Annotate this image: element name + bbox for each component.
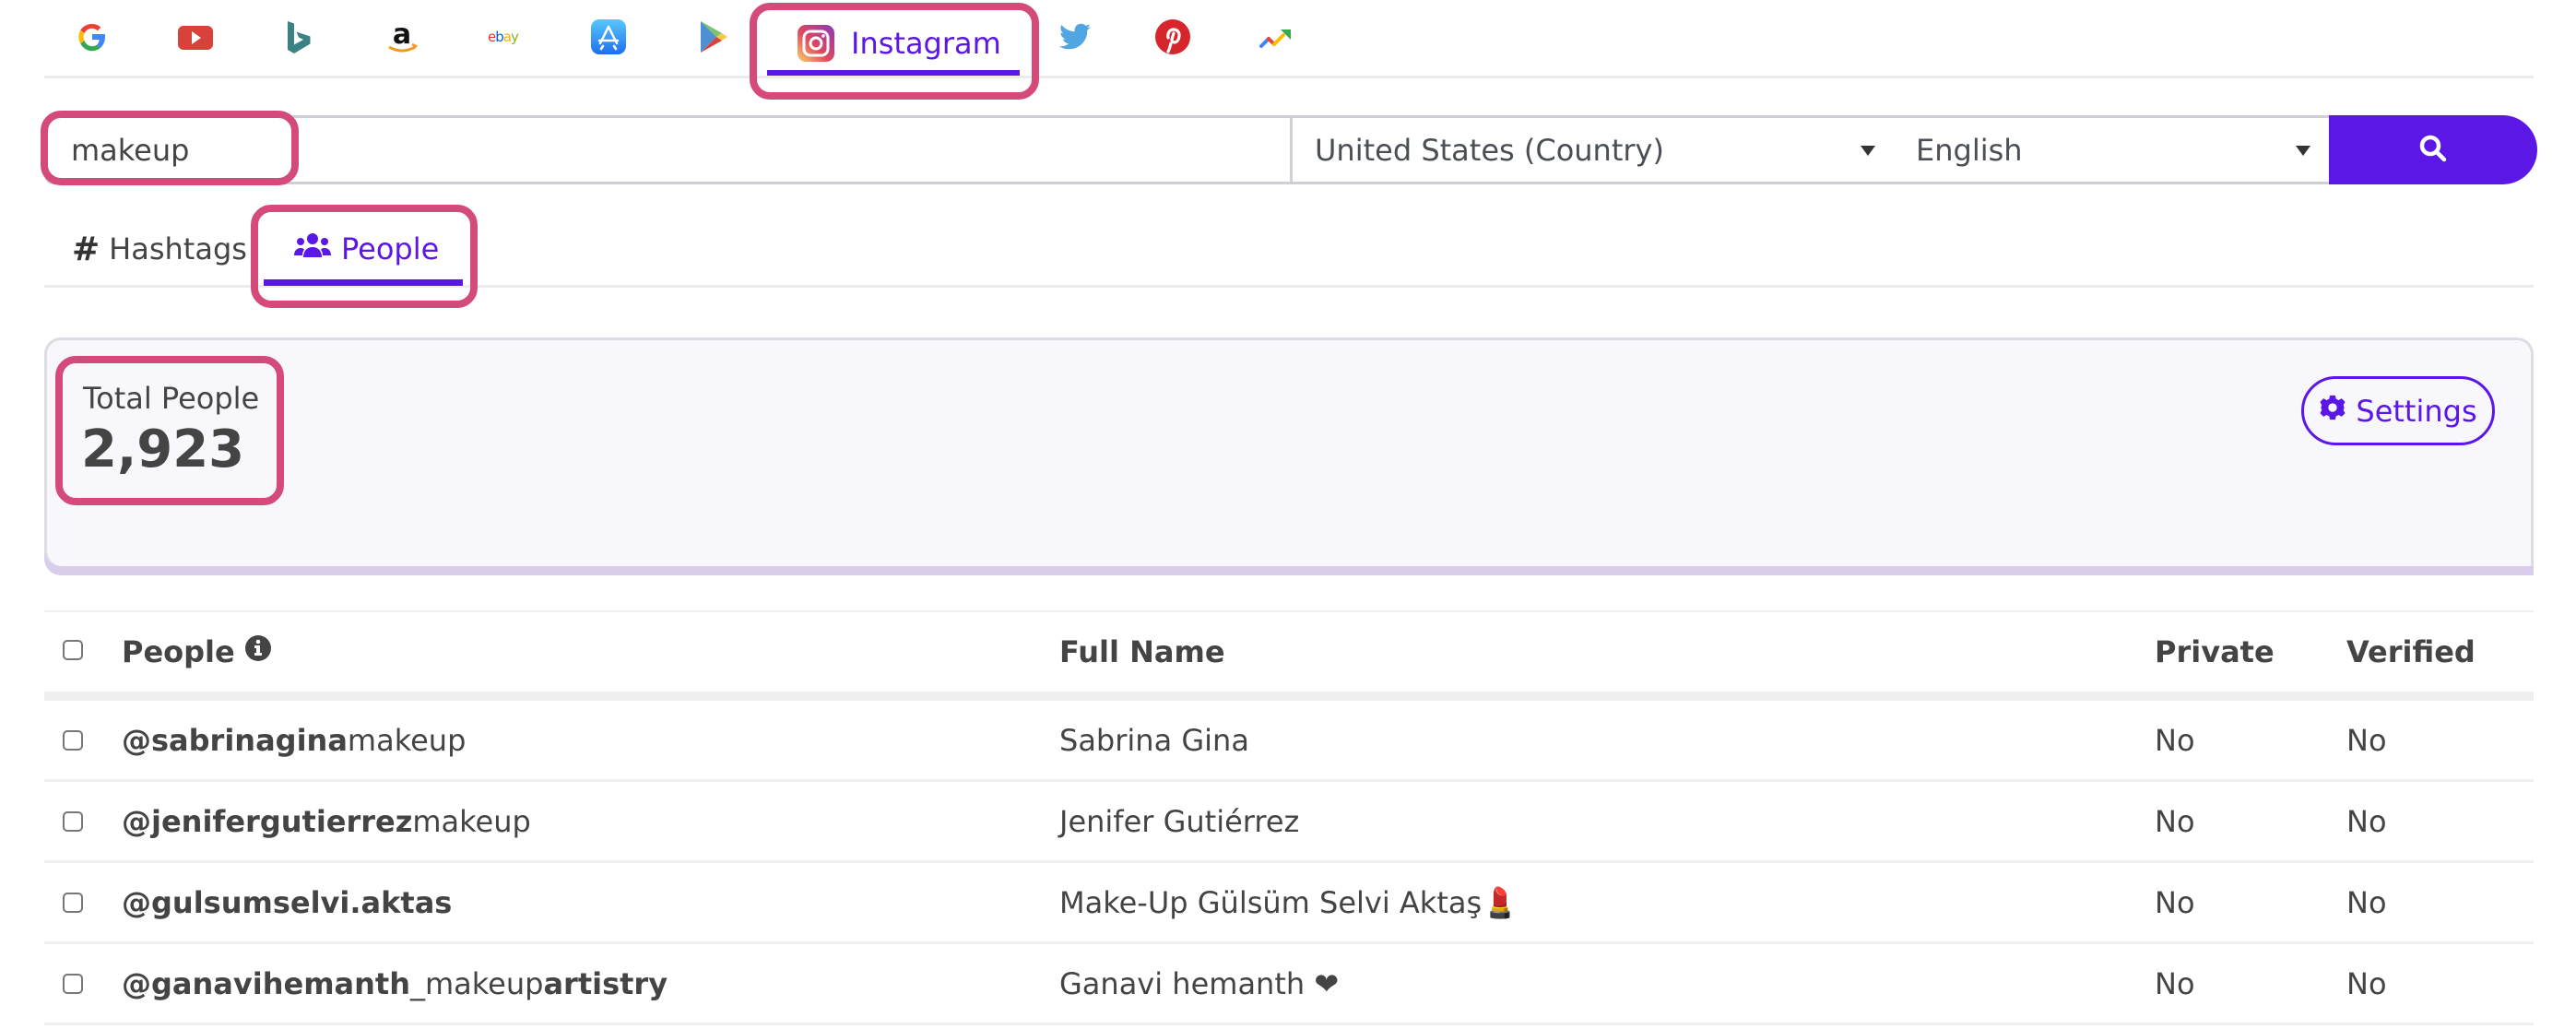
username-bold: @gulsumselvi.aktas <box>122 884 453 920</box>
chevron-down-icon <box>2296 146 2310 156</box>
settings-label: Settings <box>2356 393 2477 429</box>
tab-hashtags[interactable]: # Hashtags <box>72 221 247 277</box>
username-bold: @jenifergutierrez <box>122 803 413 839</box>
row-checkbox[interactable] <box>63 729 83 751</box>
username-rest: _makeup <box>409 965 544 1001</box>
column-header-private[interactable]: Private <box>2155 634 2275 669</box>
people-header-label: People <box>122 634 235 669</box>
tab-people-label: People <box>341 231 440 266</box>
select-all-checkbox[interactable] <box>63 640 83 660</box>
tab-hashtags-label: Hashtags <box>109 231 247 266</box>
amazon-icon[interactable]: a <box>382 17 422 57</box>
people-icon <box>293 231 332 266</box>
table-row[interactable]: @gulsumselvi.aktas Make-Up Gülsüm Selvi … <box>44 863 2534 944</box>
column-header-full-name[interactable]: Full Name <box>1059 634 1225 669</box>
settings-button[interactable]: Settings <box>2301 376 2495 445</box>
column-header-people[interactable]: People <box>122 634 272 669</box>
info-icon[interactable] <box>244 634 272 669</box>
username-cell[interactable]: @gulsumselvi.aktas <box>122 863 452 941</box>
full-name-cell: Make-Up Gülsüm Selvi Aktaş💄 <box>1059 884 1518 920</box>
play-store-icon[interactable] <box>691 17 732 57</box>
username-bold: @sabrinagina <box>122 722 348 758</box>
language-value: English <box>1916 132 2023 168</box>
username-cell[interactable]: @sabrinagina makeup <box>122 701 466 779</box>
private-cell: No <box>2155 803 2195 839</box>
verified-cell: No <box>2346 965 2387 1001</box>
hashtag-icon: # <box>72 230 100 268</box>
gear-icon <box>2319 394 2346 429</box>
google-icon[interactable] <box>72 17 112 57</box>
verified-cell: No <box>2346 722 2387 758</box>
bing-icon[interactable] <box>278 17 318 57</box>
search-icon <box>2418 134 2448 167</box>
table-row[interactable]: @ganavihemanth _makeup artistry Ganavi hem… <box>44 944 2534 1025</box>
keyword-search-input[interactable]: makeup <box>44 115 1291 184</box>
instagram-icon <box>798 25 834 62</box>
username-rest: makeup <box>412 803 531 839</box>
active-tab-indicator <box>264 279 463 286</box>
table-row[interactable]: @jenifergutierrez makeup Jenifer Gutiérre… <box>44 782 2534 863</box>
search-button[interactable] <box>2329 115 2537 184</box>
private-cell: No <box>2155 884 2195 920</box>
row-checkbox[interactable] <box>63 973 83 994</box>
select-all-checkbox-cell[interactable] <box>63 640 83 660</box>
table-top-border <box>44 610 2534 612</box>
pinterest-icon[interactable] <box>1152 17 1193 57</box>
tab-people[interactable]: People <box>293 221 439 277</box>
total-people-value: 2,923 <box>81 420 245 479</box>
total-people-label: Total People <box>83 381 260 416</box>
country-value: United States (Country) <box>1315 132 1664 168</box>
table-row[interactable]: @sabrinagina makeup Sabrina Gina No No <box>44 701 2534 782</box>
full-name-cell: Jenifer Gutiérrez <box>1059 803 1300 839</box>
full-name-cell: Sabrina Gina <box>1059 722 1249 758</box>
private-cell: No <box>2155 965 2195 1001</box>
country-select[interactable]: United States (Country) <box>1290 115 1897 184</box>
svg-text:a: a <box>393 18 411 51</box>
username-cell[interactable]: @jenifergutierrez makeup <box>122 782 531 860</box>
username-bold-suffix: artistry <box>543 965 668 1001</box>
row-checkbox[interactable] <box>63 810 83 832</box>
verified-cell: No <box>2346 803 2387 839</box>
username-bold: @ganavihemanth <box>122 965 410 1001</box>
instagram-tab-label: Instagram <box>851 26 1001 61</box>
source-tab-instagram[interactable]: Instagram <box>765 11 1023 76</box>
row-checkbox[interactable] <box>63 892 83 913</box>
username-cell[interactable]: @ganavihemanth _makeup artistry <box>122 944 668 1023</box>
table-header-divider <box>44 692 2534 701</box>
username-rest: makeup <box>347 722 467 758</box>
youtube-icon[interactable] <box>175 17 216 57</box>
private-cell: No <box>2155 722 2195 758</box>
trends-icon[interactable] <box>1256 17 1296 57</box>
ebay-icon[interactable]: ebay <box>485 17 526 57</box>
keyword-value: makeup <box>71 132 190 168</box>
stats-card <box>44 337 2534 566</box>
language-select[interactable]: English <box>1894 115 2332 184</box>
svg-text:ebay: ebay <box>488 29 519 45</box>
verified-cell: No <box>2346 884 2387 920</box>
column-header-verified[interactable]: Verified <box>2346 634 2476 669</box>
twitter-icon[interactable] <box>1055 17 1095 57</box>
source-nav-divider <box>44 76 2534 78</box>
chevron-down-icon <box>1861 146 1875 156</box>
full-name-cell: Ganavi hemanth ❤ <box>1059 965 1340 1001</box>
app-store-icon[interactable] <box>588 17 629 57</box>
